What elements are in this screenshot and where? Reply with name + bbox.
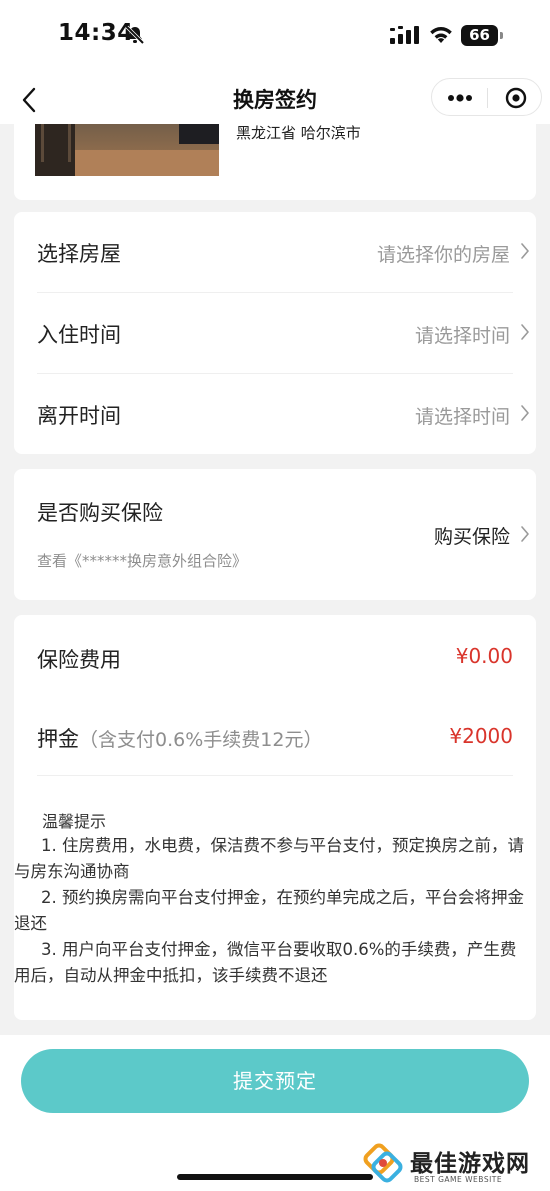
- home-indicator[interactable]: [177, 1174, 373, 1180]
- checkin-time-label: 入住时间: [37, 323, 121, 347]
- deposit-label: 押金: [37, 727, 79, 751]
- fees-card: 保险费用 ¥0.00 押金（含支付0.6%手续费12元） ¥2000 温馨提示 …: [14, 615, 536, 1020]
- chevron-right-icon: [520, 242, 530, 264]
- divider: [37, 775, 513, 776]
- insurance-fee-label: 保险费用: [37, 648, 121, 672]
- select-house-row[interactable]: 选择房屋 请选择你的房屋: [14, 212, 536, 292]
- room-photo: [35, 124, 219, 176]
- checkout-time-value: 请选择时间: [414, 406, 510, 428]
- checkin-time-value: 请选择时间: [414, 325, 510, 347]
- chevron-right-icon: [520, 323, 530, 345]
- more-dots-icon[interactable]: [432, 79, 487, 117]
- signal-icon: [390, 26, 420, 48]
- wifi-icon: [428, 25, 454, 49]
- battery-icon: 66: [461, 25, 498, 46]
- deposit-amount: ¥2000: [449, 724, 513, 748]
- insurance-title: 是否购买保险: [37, 501, 163, 525]
- room-card[interactable]: 黑龙江省 哈尔滨市: [14, 124, 536, 200]
- select-house-value: 请选择你的房屋: [376, 244, 510, 266]
- nav-bar: 换房签约: [0, 78, 550, 124]
- watermark-text: 最佳游戏网: [410, 1151, 530, 1177]
- notice-item: 2. 预约换房需向平台支付押金，在预约单完成之后，平台会将押金退还: [14, 888, 524, 933]
- status-bar: 14:34 66: [0, 0, 550, 78]
- watermark-subtext: BEST GAME WEBSITE: [414, 1175, 503, 1184]
- watermark-logo-icon: [362, 1142, 406, 1190]
- bell-slash-icon: [124, 24, 146, 50]
- submit-booking-button[interactable]: 提交预定: [21, 1049, 529, 1113]
- mini-program-capsule: [431, 78, 542, 116]
- deposit-label-group: 押金（含支付0.6%手续费12元）: [37, 723, 322, 753]
- battery-cap: [500, 32, 503, 39]
- screen: 14:34 66 换房签约 黑龙江省 哈尔滨市 选择房屋 请选择你的房屋 入住时…: [0, 0, 550, 1191]
- checkin-time-row[interactable]: 入住时间 请选择时间: [14, 293, 536, 373]
- status-time: 14:34: [58, 20, 134, 46]
- chevron-right-icon: [520, 404, 530, 426]
- insurance-card[interactable]: 是否购买保险 查看《******换房意外组合险》 购买保险: [14, 469, 536, 600]
- notice-title: 温馨提示: [42, 812, 107, 831]
- insurance-policy-link[interactable]: 查看《******换房意外组合险》: [37, 550, 247, 571]
- checkout-time-label: 离开时间: [37, 404, 121, 428]
- deposit-note: （含支付0.6%手续费12元）: [79, 729, 323, 751]
- notice-item: 3. 用户向平台支付押金，微信平台要收取0.6%的手续费，产生费用后，自动从押金…: [14, 940, 517, 985]
- chevron-right-icon: [520, 525, 530, 547]
- target-circle-icon[interactable]: [488, 79, 543, 117]
- room-location: 黑龙江省 哈尔滨市: [236, 124, 361, 142]
- select-house-label: 选择房屋: [37, 242, 121, 266]
- checkout-time-row[interactable]: 离开时间 请选择时间: [14, 374, 536, 454]
- insurance-fee-amount: ¥0.00: [455, 644, 513, 668]
- insurance-value: 购买保险: [433, 526, 510, 548]
- selection-card: 选择房屋 请选择你的房屋 入住时间 请选择时间 离开时间 请选择时间: [14, 212, 536, 454]
- notice-item: 1. 住房费用，水电费，保洁费不参与平台支付，预定换房之前，请与房东沟通协商: [14, 836, 524, 881]
